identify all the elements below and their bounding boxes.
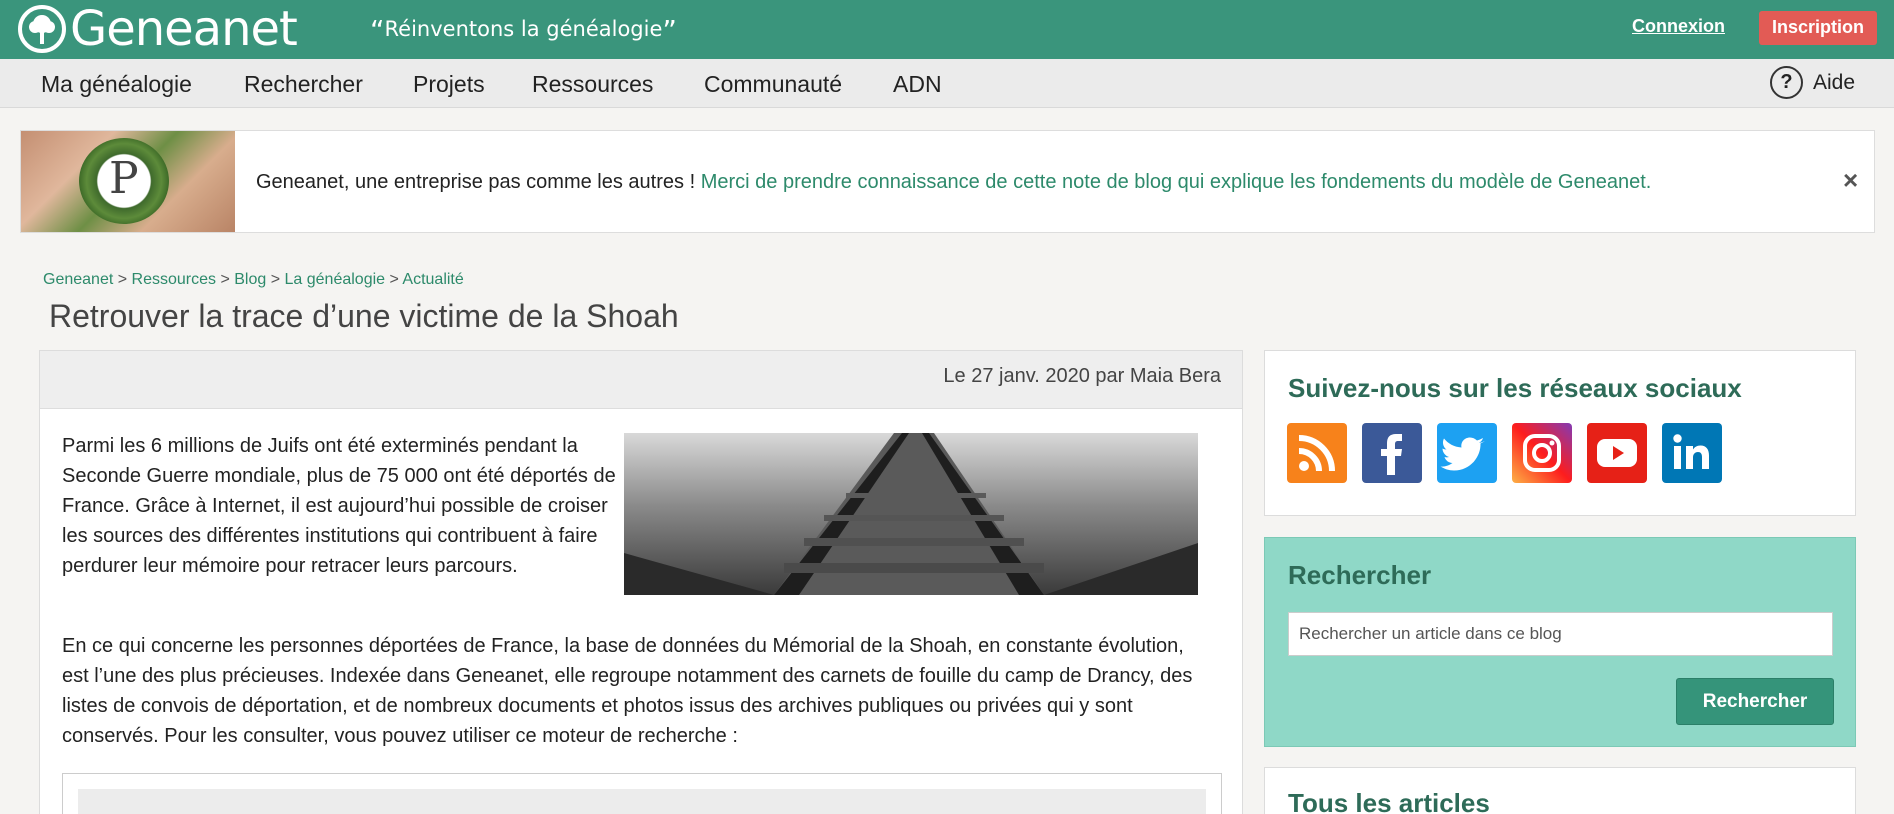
login-link[interactable]: Connexion (1632, 16, 1725, 37)
breadcrumb-actualite[interactable]: Actualité (402, 271, 463, 288)
breadcrumb-la-genealogie[interactable]: La généalogie (285, 271, 386, 288)
nav-item-rechercher[interactable]: Rechercher (244, 71, 363, 98)
breadcrumb-separator: > (113, 271, 132, 288)
tagline-close-quote: ” (662, 14, 677, 47)
article-paragraph-1: Parmi les 6 millions de Juifs ont été ex… (62, 435, 616, 577)
railway-tracks-image (624, 433, 1198, 595)
article-meta: Le 27 janv. 2020 par Maia Bera (943, 365, 1221, 387)
breadcrumb-ressources[interactable]: Ressources (132, 271, 216, 288)
blog-search-input[interactable] (1288, 612, 1833, 656)
breadcrumb: Geneanet > Ressources > Blog > La généal… (43, 271, 464, 289)
tagline: “Réinventons la généalogie” (370, 14, 677, 47)
tagline-text: Réinventons la généalogie (384, 17, 663, 41)
blog-search-panel: Rechercher Rechercher (1264, 537, 1856, 747)
breadcrumb-blog[interactable]: Blog (234, 271, 266, 288)
breadcrumb-separator: > (385, 271, 403, 288)
all-articles-panel: Tous les articles (1264, 767, 1856, 814)
embed-search-area[interactable] (78, 789, 1206, 814)
search-engine-embed (62, 773, 1222, 814)
all-articles-title: Tous les articles (1288, 788, 1490, 814)
hands-wreath-image: P (21, 131, 235, 232)
linkedin-icon[interactable] (1662, 423, 1722, 483)
signup-button[interactable]: Inscription (1759, 11, 1877, 45)
social-title: Suivez-nous sur les réseaux sociaux (1288, 373, 1742, 403)
nav-item-ressources[interactable]: Ressources (532, 71, 653, 98)
search-button[interactable]: Rechercher (1676, 678, 1834, 725)
instagram-icon[interactable] (1512, 423, 1572, 483)
top-bar: Geneanet “Réinventons la généalogie” Con… (0, 0, 1894, 59)
article-paragraph-2: En ce qui concerne les personnes déporté… (62, 635, 1193, 747)
banner-text: Geneanet, une entreprise pas comme les a… (256, 171, 696, 193)
question-icon: ? (1770, 66, 1803, 99)
page-title: Retrouver la trace d’une victime de la S… (49, 298, 679, 334)
nav-item-ma-genealogie[interactable]: Ma généalogie (41, 71, 192, 98)
nav-item-adn[interactable]: ADN (893, 71, 942, 98)
wreath-letter: P (109, 153, 139, 204)
facebook-icon[interactable] (1362, 423, 1422, 483)
logo-text: Geneanet (70, 1, 298, 57)
breadcrumb-separator: > (266, 271, 285, 288)
breadcrumb-separator: > (216, 271, 235, 288)
main-nav: Ma généalogie Rechercher Projets Ressour… (0, 59, 1894, 108)
nav-item-communaute[interactable]: Communauté (704, 71, 842, 98)
tagline-open-quote: “ (370, 14, 385, 47)
info-banner: P Geneanet, une entreprise pas comme les… (20, 130, 1875, 233)
help-link[interactable]: ? Aide (1770, 66, 1855, 99)
rss-icon[interactable] (1287, 423, 1347, 483)
banner-blog-link[interactable]: Merci de prendre connaissance de cette n… (701, 171, 1652, 193)
help-label: Aide (1813, 70, 1856, 94)
close-icon[interactable]: × (1843, 165, 1858, 196)
search-title: Rechercher (1288, 560, 1432, 590)
banner-message: Geneanet, une entreprise pas comme les a… (256, 171, 1651, 194)
twitter-icon[interactable] (1437, 423, 1497, 483)
tree-icon (18, 5, 66, 53)
youtube-icon[interactable] (1587, 423, 1647, 483)
social-networks-panel: Suivez-nous sur les réseaux sociaux (1264, 350, 1856, 516)
geneanet-logo[interactable]: Geneanet (18, 1, 298, 57)
article-card: Le 27 janv. 2020 par Maia Bera Parmi les… (39, 350, 1243, 814)
breadcrumb-geneanet[interactable]: Geneanet (43, 271, 113, 288)
article-header: Le 27 janv. 2020 par Maia Bera (40, 351, 1242, 409)
nav-item-projets[interactable]: Projets (413, 71, 485, 98)
